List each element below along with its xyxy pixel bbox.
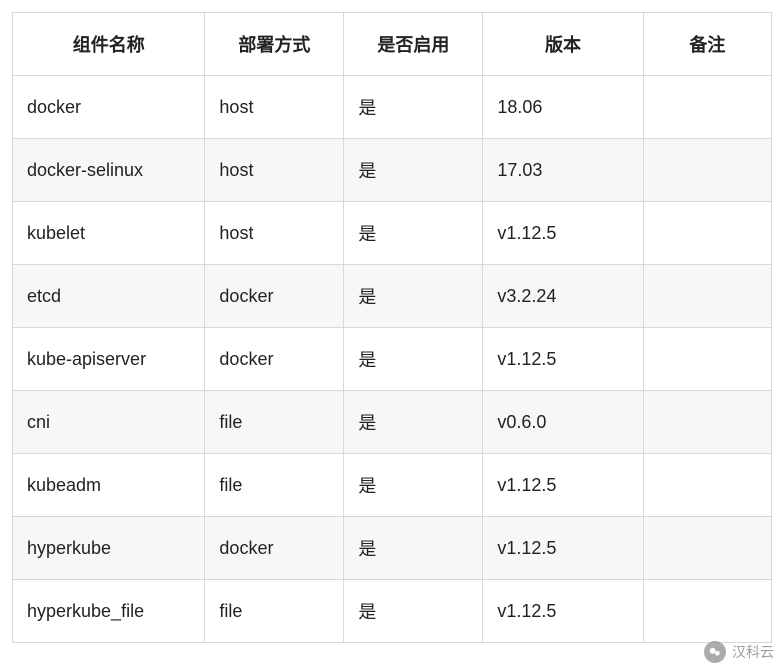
- cell-remark: [643, 517, 771, 580]
- cell-deploy: host: [205, 202, 344, 265]
- cell-version: v1.12.5: [483, 454, 643, 517]
- cell-name: hyperkube: [13, 517, 205, 580]
- cell-name: kubelet: [13, 202, 205, 265]
- cell-version: v1.12.5: [483, 202, 643, 265]
- cell-name: kubeadm: [13, 454, 205, 517]
- header-deploy: 部署方式: [205, 13, 344, 76]
- cell-deploy: host: [205, 139, 344, 202]
- cell-enabled: 是: [344, 328, 483, 391]
- wechat-icon: [704, 641, 726, 663]
- watermark-text: 汉科云: [732, 642, 774, 662]
- cell-remark: [643, 580, 771, 643]
- cell-deploy: docker: [205, 517, 344, 580]
- cell-name: kube-apiserver: [13, 328, 205, 391]
- cell-enabled: 是: [344, 580, 483, 643]
- cell-remark: [643, 76, 771, 139]
- cell-version: 18.06: [483, 76, 643, 139]
- cell-version: v1.12.5: [483, 517, 643, 580]
- cell-remark: [643, 328, 771, 391]
- cell-deploy: docker: [205, 328, 344, 391]
- cell-remark: [643, 454, 771, 517]
- cell-version: v0.6.0: [483, 391, 643, 454]
- cell-enabled: 是: [344, 391, 483, 454]
- watermark: 汉科云: [704, 641, 774, 663]
- cell-name: etcd: [13, 265, 205, 328]
- cell-deploy: host: [205, 76, 344, 139]
- cell-enabled: 是: [344, 76, 483, 139]
- cell-remark: [643, 139, 771, 202]
- header-remark: 备注: [643, 13, 771, 76]
- header-enabled: 是否启用: [344, 13, 483, 76]
- table-row: cni file 是 v0.6.0: [13, 391, 772, 454]
- cell-enabled: 是: [344, 139, 483, 202]
- header-name: 组件名称: [13, 13, 205, 76]
- table-header-row: 组件名称 部署方式 是否启用 版本 备注: [13, 13, 772, 76]
- table-row: docker host 是 18.06: [13, 76, 772, 139]
- cell-enabled: 是: [344, 265, 483, 328]
- cell-deploy: file: [205, 454, 344, 517]
- cell-version: v3.2.24: [483, 265, 643, 328]
- table-row: hyperkube_file file 是 v1.12.5: [13, 580, 772, 643]
- cell-enabled: 是: [344, 454, 483, 517]
- cell-name: hyperkube_file: [13, 580, 205, 643]
- cell-name: docker-selinux: [13, 139, 205, 202]
- table-row: etcd docker 是 v3.2.24: [13, 265, 772, 328]
- cell-version: v1.12.5: [483, 328, 643, 391]
- header-version: 版本: [483, 13, 643, 76]
- table-row: kube-apiserver docker 是 v1.12.5: [13, 328, 772, 391]
- table-row: kubelet host 是 v1.12.5: [13, 202, 772, 265]
- cell-remark: [643, 265, 771, 328]
- cell-enabled: 是: [344, 202, 483, 265]
- cell-name: docker: [13, 76, 205, 139]
- cell-deploy: file: [205, 580, 344, 643]
- cell-version: 17.03: [483, 139, 643, 202]
- cell-enabled: 是: [344, 517, 483, 580]
- table-row: kubeadm file 是 v1.12.5: [13, 454, 772, 517]
- components-table: 组件名称 部署方式 是否启用 版本 备注 docker host 是 18.06…: [12, 12, 772, 643]
- cell-name: cni: [13, 391, 205, 454]
- table-row: hyperkube docker 是 v1.12.5: [13, 517, 772, 580]
- cell-deploy: file: [205, 391, 344, 454]
- cell-version: v1.12.5: [483, 580, 643, 643]
- cell-remark: [643, 391, 771, 454]
- cell-deploy: docker: [205, 265, 344, 328]
- cell-remark: [643, 202, 771, 265]
- table-row: docker-selinux host 是 17.03: [13, 139, 772, 202]
